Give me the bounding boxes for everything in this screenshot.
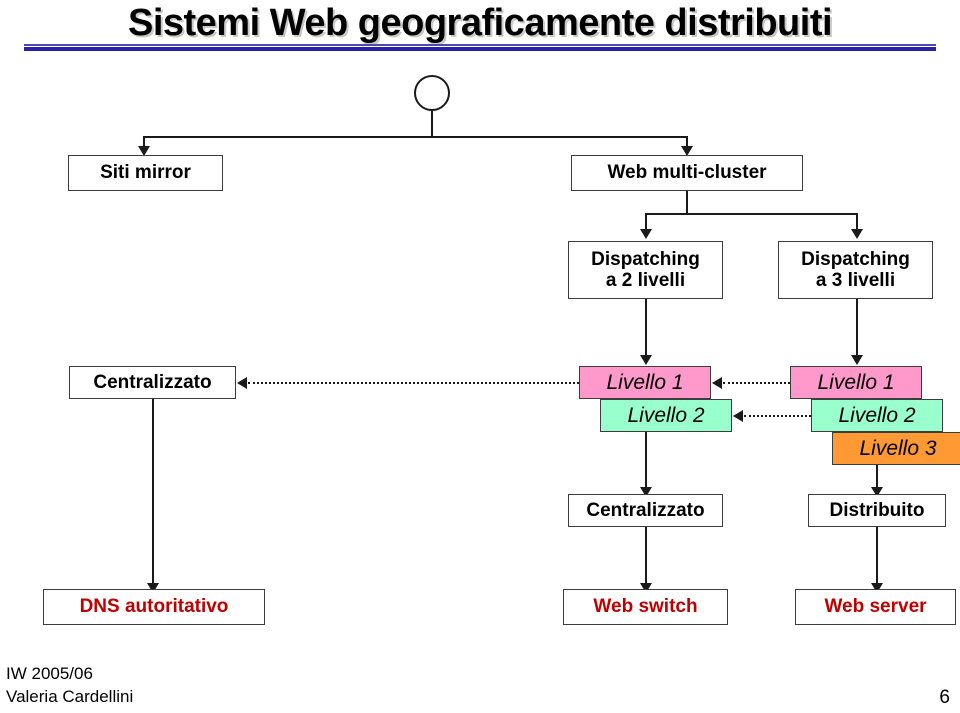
arrowhead-dispatching-2 (640, 229, 652, 239)
arrowhead-livello1-right (851, 355, 863, 365)
title-divider-line-top (24, 44, 936, 46)
root-circle-node (414, 75, 450, 111)
arrowhead-centralizzato-left (237, 377, 247, 389)
node-livello2-right[interactable]: Livello 2 (811, 399, 943, 432)
page-title: Sistemi Web geograficamente distribuiti (127, 2, 833, 44)
connector-drop-web-switch (645, 527, 647, 585)
connector-multicluster-stem (686, 191, 688, 213)
node-centralizzato-mid[interactable]: Centralizzato (568, 494, 723, 527)
node-dns-autoritativo[interactable]: DNS autoritativo (43, 589, 265, 625)
node-dispatching-2-livelli[interactable]: Dispatching a 2 livelli (568, 241, 723, 299)
connector-dotted-livello1-to-centralizzato (248, 382, 579, 384)
footer: IW 2005/06 Valeria Cardellini (6, 663, 133, 709)
node-siti-mirror[interactable]: Siti mirror (68, 155, 223, 191)
footer-course: IW 2005/06 (6, 664, 93, 684)
node-centralizzato-left[interactable]: Centralizzato (69, 366, 236, 399)
node-web-multicluster[interactable]: Web multi-cluster (571, 155, 803, 191)
connector-root-stem (431, 111, 433, 137)
arrowhead-livello1-mid (640, 355, 652, 365)
connector-drop-livello1-right (856, 299, 858, 356)
connector-drop-centralizzato-mid (645, 432, 647, 488)
connector-drop-livello1-mid (645, 299, 647, 356)
slide-canvas: Sistemi Web geograficamente distribuiti … (0, 0, 960, 713)
connector-drop-dns (152, 399, 154, 585)
connector-drop-dispatching-3 (856, 213, 858, 230)
title-divider-line-bottom (24, 47, 936, 51)
node-distribuito[interactable]: Distribuito (808, 494, 946, 527)
connector-dotted-livello1-right-to-mid (723, 382, 790, 384)
connector-drop-dispatching-2 (645, 213, 647, 230)
footer-author: Valeria Cardellini (6, 687, 134, 707)
connector-drop-web-server (876, 527, 878, 585)
page-number: 6 (939, 687, 950, 708)
connector-drop-distribuito (876, 465, 878, 488)
node-livello3-right[interactable]: Livello 3 (832, 432, 960, 465)
node-web-switch[interactable]: Web switch (563, 589, 728, 625)
node-livello1-mid[interactable]: Livello 1 (579, 366, 711, 399)
arrowhead-livello1-mid-in (712, 377, 722, 389)
node-dispatching-3-livelli[interactable]: Dispatching a 3 livelli (778, 241, 933, 299)
connector-dotted-livello2-right-to-mid (744, 415, 811, 417)
connector-bus-level1 (143, 136, 688, 138)
title-divider (24, 44, 936, 51)
node-livello1-right[interactable]: Livello 1 (790, 366, 922, 399)
arrowhead-livello2-mid-in (733, 410, 743, 422)
node-livello2-mid[interactable]: Livello 2 (600, 399, 732, 432)
arrowhead-dispatching-3 (851, 229, 863, 239)
node-web-server[interactable]: Web server (795, 589, 956, 625)
connector-bus-dispatching (645, 213, 858, 215)
